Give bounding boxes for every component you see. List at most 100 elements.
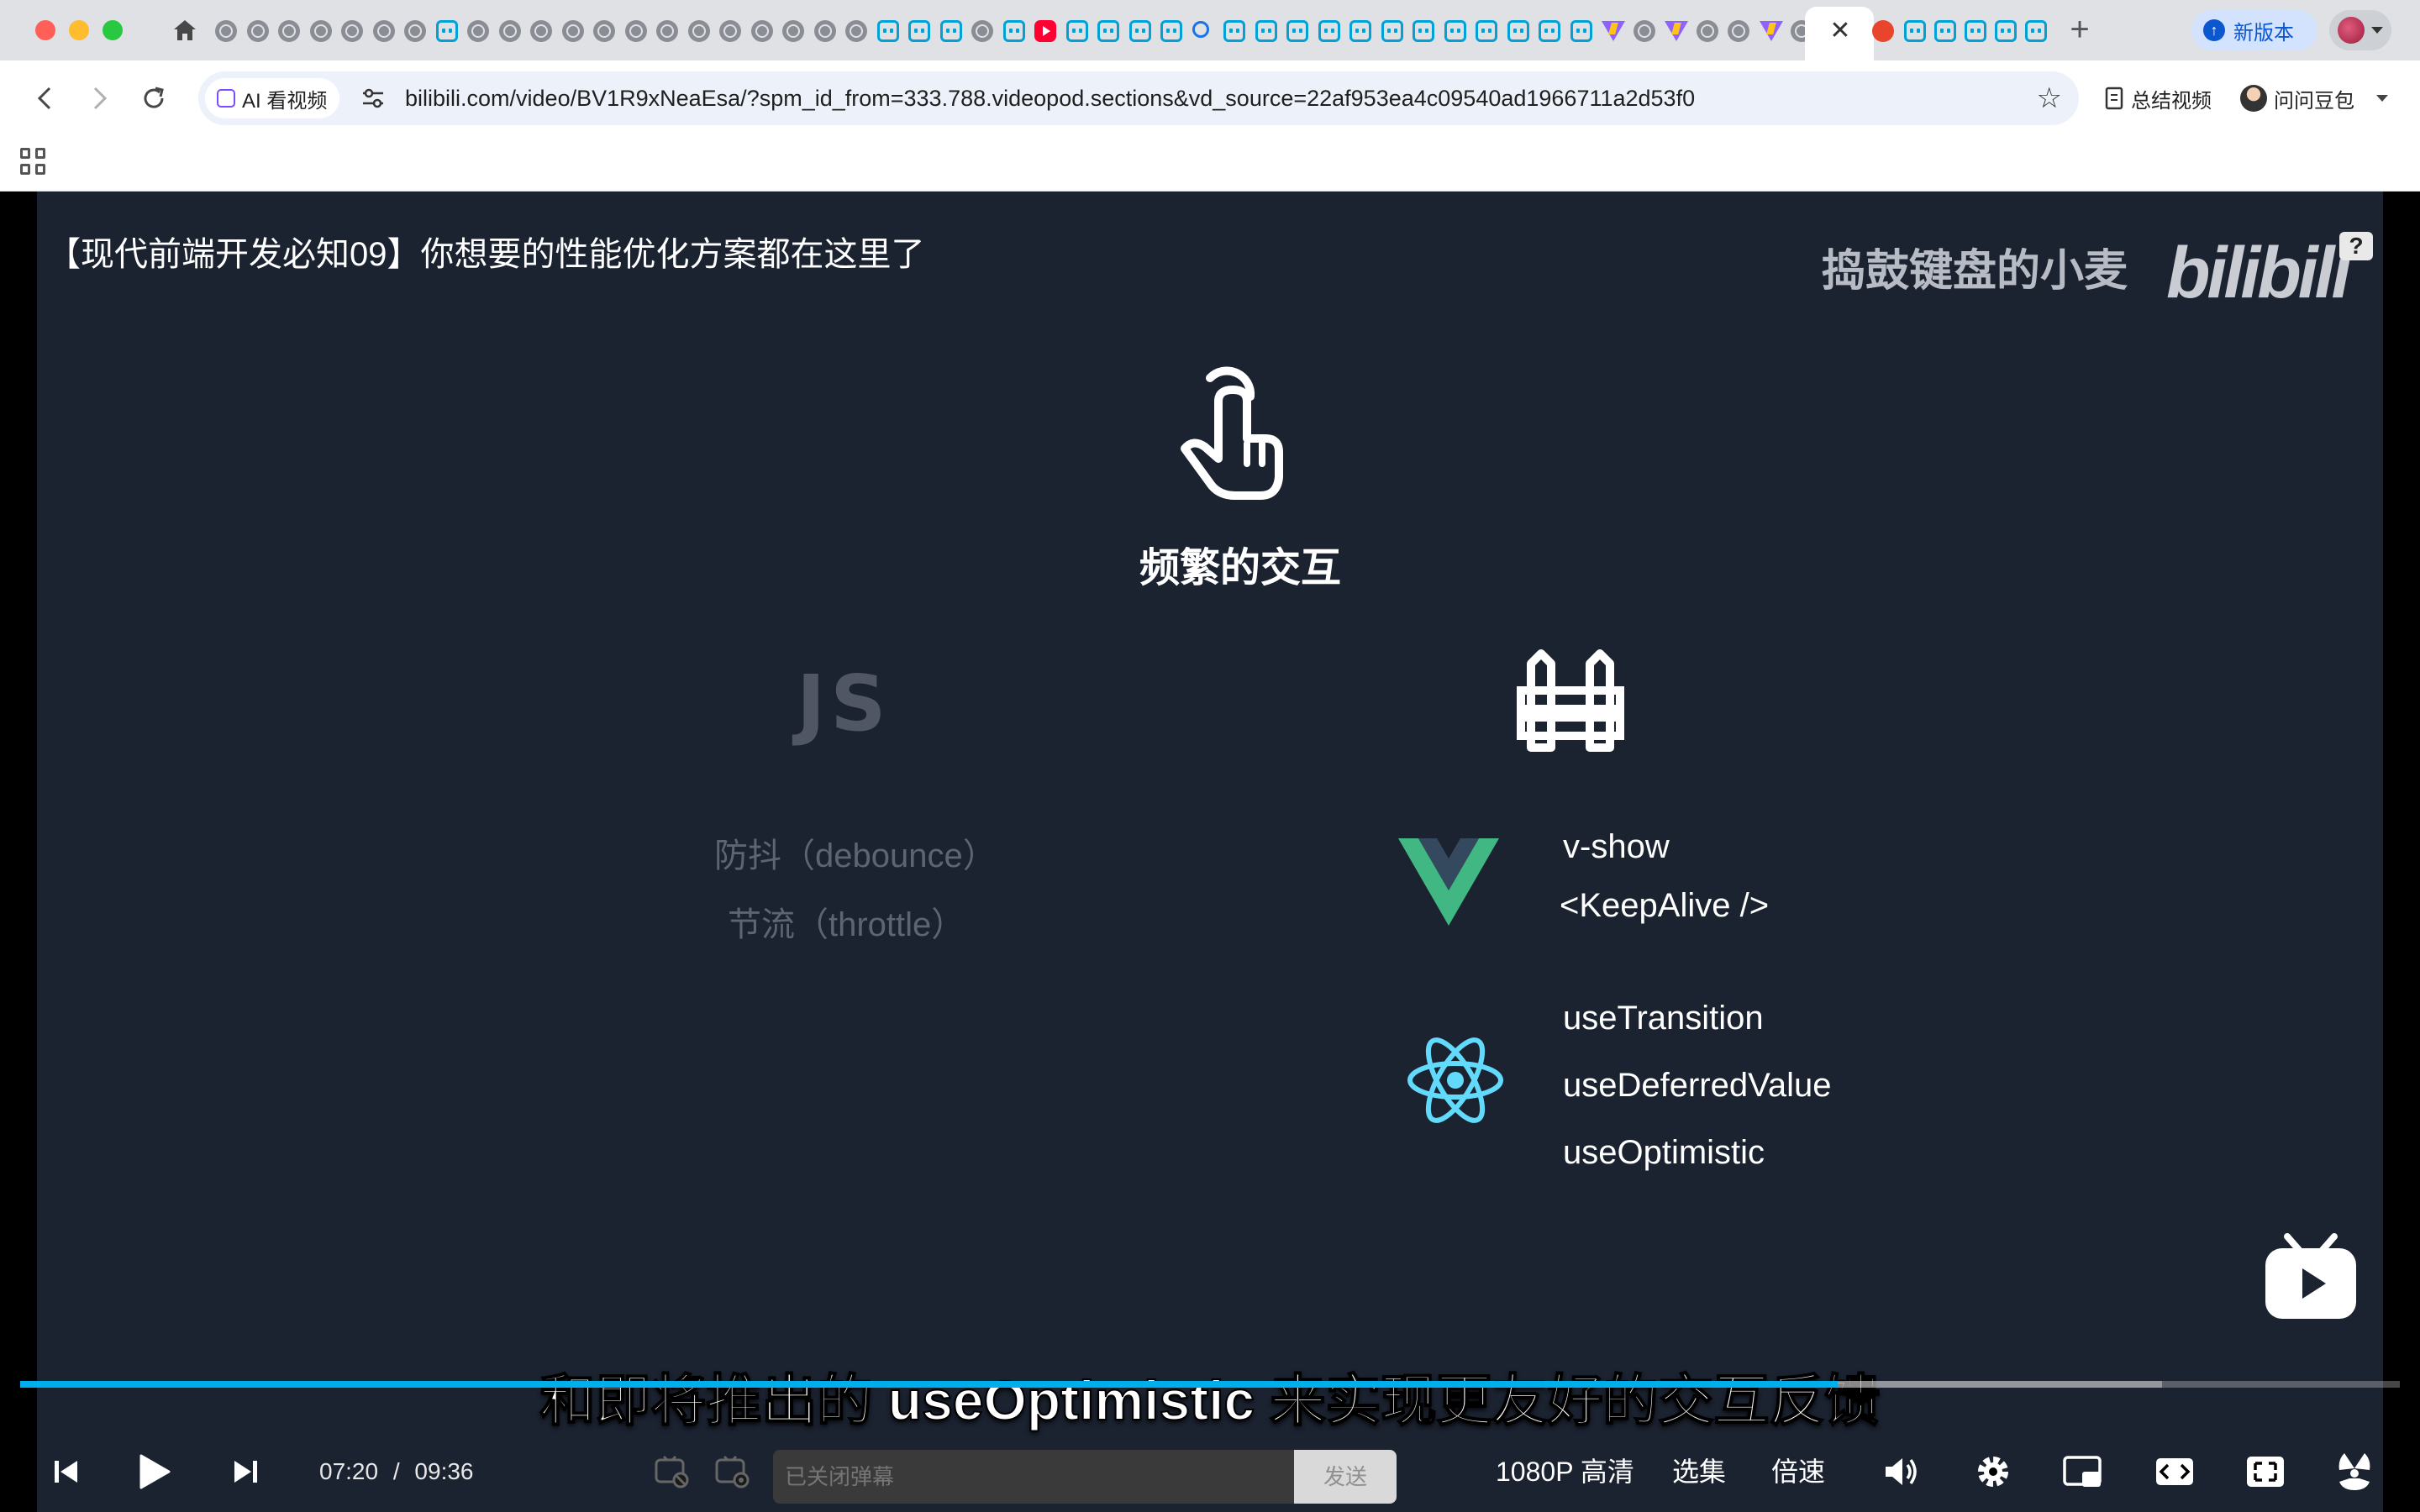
- globe-tab-favicon[interactable]: [498, 20, 521, 42]
- wide-mode-button[interactable]: [2153, 1431, 2196, 1512]
- reload-button[interactable]: [134, 79, 173, 118]
- forward-button[interactable]: [81, 79, 119, 118]
- minimize-window-button[interactable]: [69, 20, 89, 40]
- home-button[interactable]: [168, 13, 202, 47]
- globe-tab-favicon[interactable]: [309, 20, 332, 42]
- bilibili-tab-favicon[interactable]: [1995, 20, 2017, 42]
- bilibili-tab-favicon[interactable]: [1381, 20, 1403, 42]
- danmaku-settings-icon[interactable]: [714, 1455, 750, 1488]
- forward-arrow-icon: [93, 87, 108, 110]
- maximize-window-button[interactable]: [103, 20, 123, 40]
- globe-tab-favicon[interactable]: [719, 20, 741, 42]
- youtube-tab-favicon[interactable]: [1034, 20, 1056, 42]
- bookmark-star-icon[interactable]: ☆: [2037, 81, 2062, 115]
- globe-tab-favicon[interactable]: [656, 20, 678, 42]
- settings-button[interactable]: [1973, 1431, 2013, 1512]
- bilibili-tab-favicon[interactable]: [2025, 20, 2047, 42]
- bilibili-tab-favicon[interactable]: [1097, 20, 1119, 42]
- url-text[interactable]: bilibili.com/video/BV1R9xNeaEsa/?spm_id_…: [405, 71, 1695, 125]
- web-fullscreen-button[interactable]: [2244, 1431, 2287, 1512]
- globe-tab-favicon[interactable]: [246, 20, 269, 42]
- bilibili-tab-favicon[interactable]: [1349, 20, 1371, 42]
- bilibili-tab-favicon[interactable]: [1128, 20, 1151, 42]
- throttle-label: 节流（throttle）: [728, 906, 965, 943]
- chevron-down-icon[interactable]: [2376, 95, 2388, 102]
- close-tab-button[interactable]: ✕: [1827, 13, 1854, 47]
- summary-video-button[interactable]: 总结视频: [2104, 79, 2212, 118]
- help-badge[interactable]: ?: [2339, 232, 2373, 260]
- globe-tab-favicon[interactable]: [530, 20, 552, 42]
- picture-in-picture-button[interactable]: [2060, 1431, 2104, 1512]
- bilibili-tab-favicon[interactable]: [1476, 20, 1497, 42]
- vite-tab-favicon[interactable]: [1759, 21, 1783, 41]
- bilibili-tab-favicon[interactable]: [1255, 20, 1277, 42]
- previous-button[interactable]: [47, 1431, 86, 1512]
- video-player[interactable]: 【现代前端开发必知09】你想要的性能优化方案都在这里了 捣鼓键盘的小麦 bili…: [0, 192, 2420, 1512]
- globe-tab-favicon[interactable]: [624, 20, 647, 42]
- bilibili-tab-favicon[interactable]: [1444, 20, 1466, 42]
- volume-button[interactable]: [1881, 1431, 1921, 1512]
- bilibili-tab-favicon[interactable]: [908, 20, 930, 42]
- profile-button[interactable]: [2329, 10, 2391, 50]
- globe-tab-favicon[interactable]: [404, 20, 426, 42]
- send-danmaku-button[interactable]: 发送: [1294, 1450, 1397, 1504]
- video-frame[interactable]: 【现代前端开发必知09】你想要的性能优化方案都在这里了 捣鼓键盘的小麦 bili…: [37, 192, 2383, 1512]
- globe-tab-favicon[interactable]: [467, 20, 489, 42]
- ai-video-chip[interactable]: AI 看视频: [205, 78, 339, 118]
- danmaku-toggle-icon[interactable]: [654, 1455, 689, 1488]
- bilibili-tab-favicon[interactable]: [1965, 20, 1986, 42]
- globe-tab-favicon[interactable]: [561, 20, 584, 42]
- update-button[interactable]: ↑ 新版本: [2191, 10, 2317, 50]
- bilibili-tab-favicon[interactable]: [1413, 20, 1434, 42]
- bilibili-tab-favicon[interactable]: [1539, 20, 1560, 42]
- globe-tab-favicon[interactable]: [845, 20, 867, 42]
- new-tab-button[interactable]: +: [2062, 11, 2097, 48]
- globe-tab-favicon[interactable]: [1633, 20, 1655, 42]
- globe-tab-favicon[interactable]: [215, 20, 237, 42]
- globe-tab-favicon[interactable]: [372, 20, 395, 42]
- site-settings-icon[interactable]: [360, 85, 387, 112]
- globe-tab-favicon[interactable]: [687, 20, 710, 42]
- globe-tab-favicon[interactable]: [341, 20, 363, 42]
- tab-bar: ✕ + ↑ 新版本: [0, 0, 2420, 60]
- bilibili-tab-favicon[interactable]: [1318, 20, 1340, 42]
- play-button[interactable]: [134, 1431, 175, 1512]
- globe-tab-favicon[interactable]: [1696, 20, 1718, 42]
- bilibili-tab-favicon[interactable]: [1002, 20, 1025, 42]
- vite-tab-favicon[interactable]: [1602, 21, 1625, 41]
- globe-tab-favicon[interactable]: [971, 20, 993, 42]
- progress-bar[interactable]: [20, 1381, 2400, 1388]
- close-window-button[interactable]: [35, 20, 55, 40]
- bilibili-tab-favicon[interactable]: [939, 20, 962, 42]
- bilibili-tab-favicon[interactable]: [1934, 20, 1956, 42]
- apps-grid-icon[interactable]: [20, 148, 47, 175]
- quality-button[interactable]: 1080P 高清: [1496, 1431, 1634, 1512]
- ask-doubao-button[interactable]: 问问豆包: [2240, 79, 2388, 118]
- vite-tab-favicon[interactable]: [1665, 21, 1688, 41]
- bilibili-tab-favicon[interactable]: [1223, 20, 1245, 42]
- globe-tab-favicon[interactable]: [782, 20, 804, 42]
- bilibili-tab-favicon[interactable]: [1570, 20, 1592, 42]
- globe-tab-favicon[interactable]: [593, 20, 615, 42]
- mini-player-tv-icon[interactable]: [2262, 1231, 2360, 1322]
- bilibili-tab-favicon[interactable]: [876, 20, 899, 42]
- back-button[interactable]: [25, 79, 64, 118]
- globe-tab-favicon[interactable]: [750, 20, 773, 42]
- globe-tab-favicon[interactable]: [1728, 20, 1749, 42]
- globe-tab-favicon[interactable]: [813, 20, 836, 42]
- bilibili-tab-favicon[interactable]: [1904, 20, 1926, 42]
- speed-button[interactable]: 倍速: [1771, 1431, 1825, 1512]
- bilibili-tab-favicon[interactable]: [1065, 20, 1088, 42]
- episodes-button[interactable]: 选集: [1672, 1431, 1726, 1512]
- globe-tab-favicon[interactable]: [278, 20, 300, 42]
- fullscreen-button[interactable]: [2333, 1431, 2376, 1512]
- bilibili-tab-favicon[interactable]: [1507, 20, 1529, 42]
- bilibili-tab-favicon[interactable]: [1160, 20, 1182, 42]
- address-bar[interactable]: AI 看视频 bilibili.com/video/BV1R9xNeaEsa/?…: [198, 71, 2079, 125]
- search-tab-favicon[interactable]: [1192, 21, 1209, 38]
- danmaku-input[interactable]: [773, 1450, 1294, 1504]
- next-button[interactable]: [229, 1431, 262, 1512]
- bilibili-tab-favicon[interactable]: [435, 20, 458, 42]
- code-tab-favicon[interactable]: [1872, 20, 1894, 42]
- bilibili-tab-favicon[interactable]: [1286, 20, 1308, 42]
